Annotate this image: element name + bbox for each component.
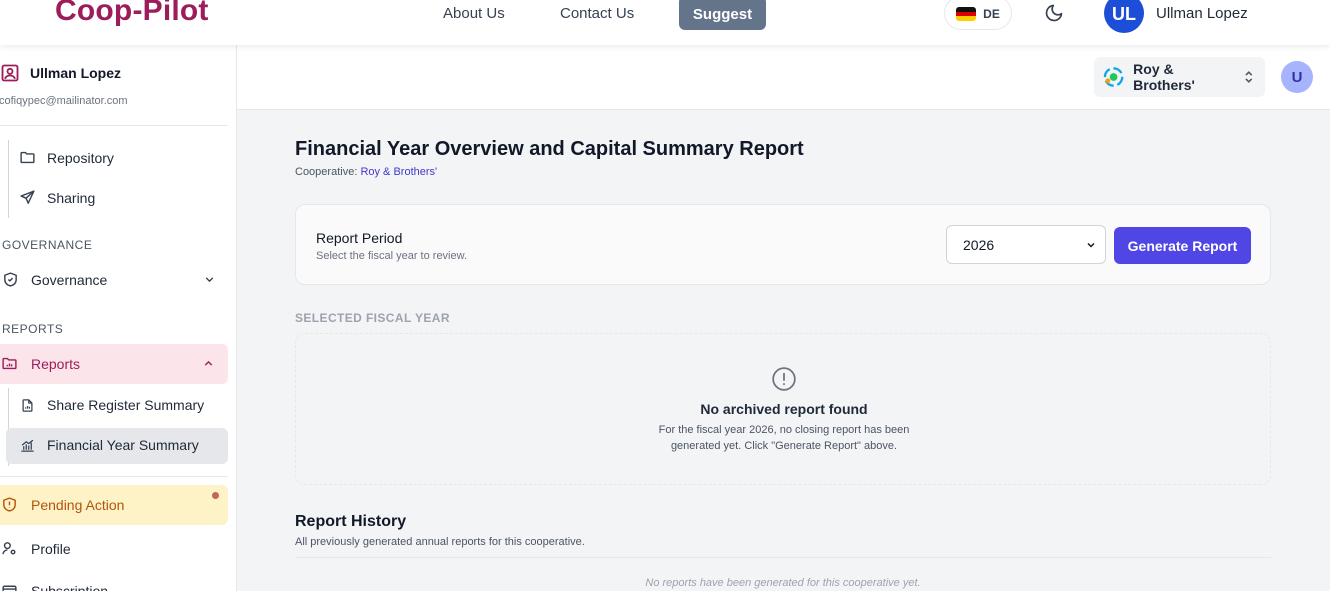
nav-contact-link[interactable]: Contact Us (560, 5, 634, 22)
chevron-up-down-icon (1245, 71, 1253, 83)
file-chart-icon (22, 398, 33, 412)
report-history-description: All previously generated annual reports … (295, 536, 585, 548)
send-icon (20, 190, 35, 204)
empty-description: For the fiscal year 2026, no closing rep… (658, 424, 910, 452)
sidebar-item-share-register-summary[interactable]: Share Register Summary (20, 397, 204, 413)
cooperative-line: Cooperative: Roy & Brothers' (295, 166, 438, 178)
moon-icon[interactable] (1044, 3, 1064, 23)
chevron-down-icon (205, 277, 214, 283)
sidebar-item-financial-year-summary[interactable]: Financial Year Summary (20, 437, 199, 453)
shield-check-icon (4, 272, 17, 287)
report-period-description: Select the fiscal year to review. (316, 250, 468, 262)
user-gear-icon (2, 542, 16, 555)
sidebar-item-governance[interactable]: Governance (2, 271, 216, 288)
cooperative-link[interactable]: Roy & Brothers' (360, 166, 437, 178)
chevron-down-icon (1087, 242, 1095, 248)
credit-card-icon (2, 585, 17, 591)
alert-circle-icon (772, 367, 796, 391)
sidebar-user-email: cofiqypec@mailinator.com (0, 95, 128, 107)
brand-logo[interactable]: Coop-Pilot (55, 0, 209, 28)
page-title: Financial Year Overview and Capital Summ… (295, 138, 804, 160)
submenu-line (8, 140, 9, 218)
sidebar-item-subscription[interactable]: Subscription (1, 582, 108, 591)
german-flag-icon (956, 7, 977, 21)
language-code: DE (983, 7, 1000, 21)
sidebar-item-sharing[interactable]: Sharing (19, 189, 95, 206)
chevron-up-icon (204, 360, 213, 366)
sidebar: Ullman Lopez cofiqypec@mailinator.com Re… (0, 45, 237, 591)
notification-dot (212, 492, 219, 499)
user-badge-icon (1, 64, 19, 82)
sidebar-item-reports[interactable]: Reports (1, 355, 215, 372)
shield-alert-icon (3, 497, 16, 512)
sidebar-user-name: Ullman Lopez (30, 65, 122, 81)
user-name[interactable]: Ullman Lopez (1156, 5, 1248, 22)
chart-icon (21, 439, 34, 452)
cooperative-name: Roy & Brothers' (1133, 61, 1195, 93)
folder-icon (20, 151, 35, 164)
divider (295, 557, 1271, 558)
sidebar-item-pending-action[interactable]: Pending Action (1, 496, 124, 513)
sidebar-item-repository[interactable]: Repository (19, 149, 114, 166)
empty-title: No archived report found (700, 401, 868, 417)
divider (0, 125, 228, 126)
nav-about-link[interactable]: About Us (443, 5, 505, 22)
report-history-title: Report History (295, 513, 407, 530)
cooperative-switcher[interactable]: Roy & Brothers' (1094, 57, 1265, 97)
selected-fiscal-year-label: SELECTED FISCAL YEAR (295, 311, 450, 325)
report-history-empty: No reports have been generated for this … (645, 577, 921, 589)
report-period-label: Report Period (316, 230, 403, 246)
report-period-card: Report Period Select the fiscal year to … (295, 204, 1271, 285)
divider (0, 476, 228, 477)
language-switch[interactable]: DE (944, 0, 1012, 30)
section-reports: REPORTS (2, 322, 64, 336)
header-avatar[interactable]: U (1281, 61, 1313, 93)
empty-report-card: No archived report found For the fiscal … (295, 333, 1271, 485)
folder-chart-icon (2, 357, 17, 370)
top-navbar: Coop-Pilot About Us Contact Us Suggest D… (0, 0, 1330, 45)
generate-report-button[interactable]: Generate Report (1114, 227, 1251, 264)
user-avatar[interactable]: UL (1104, 0, 1144, 33)
section-governance: GOVERNANCE (2, 238, 93, 252)
sidebar-item-profile[interactable]: Profile (1, 540, 71, 557)
cooperative-logo-icon (1103, 67, 1124, 87)
fiscal-year-select[interactable]: 2026 (946, 225, 1106, 264)
suggest-button[interactable]: Suggest (679, 0, 766, 30)
